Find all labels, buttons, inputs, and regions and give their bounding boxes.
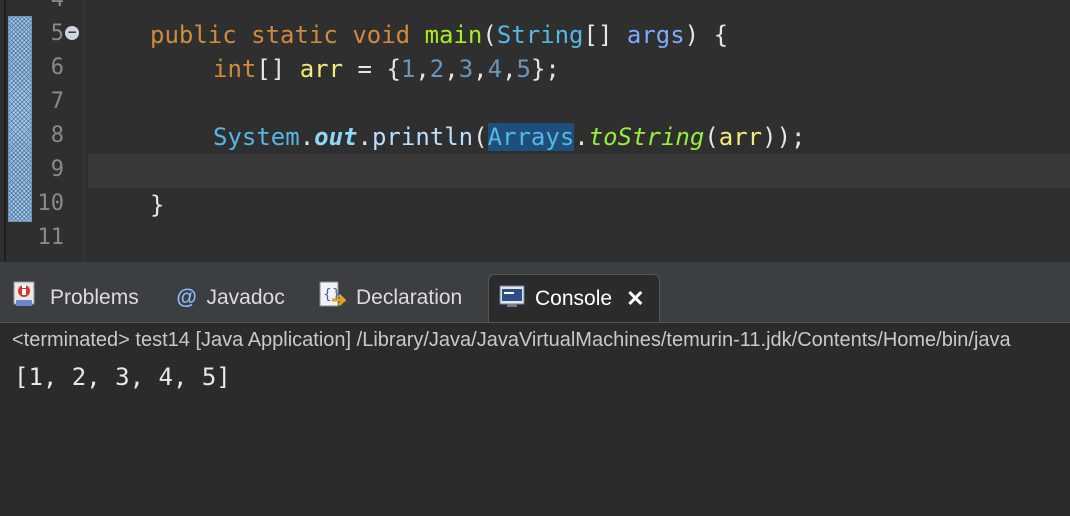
line-number: 7 [50,89,64,114]
variable: arr [299,55,344,83]
tab-label: Declaration [356,286,463,309]
editor-scroll-edge [0,262,1070,270]
static-field: out [314,123,358,151]
dot: . [299,123,315,151]
brackets: [] [583,21,613,49]
brace: }; [530,55,560,83]
operator: = [357,55,372,83]
method-name: main [424,21,483,49]
console-view[interactable]: <terminated> test14 [Java Application] /… [0,323,1070,516]
parameter: args [626,21,685,49]
code-line-6[interactable]: int[] arr = {1,2,3,4,5}; [213,52,560,86]
keyword: static [251,21,338,49]
line-number: 4 [20,0,64,17]
line-number: 8 [50,123,64,148]
keyword: void [352,21,411,49]
number: 4 [487,55,503,83]
brace: } [150,191,165,219]
type-name: String [496,21,584,49]
paren: ( [473,123,488,151]
number: 3 [458,55,474,83]
brackets: [] [256,55,286,83]
brace: { [386,55,401,83]
tab-declaration[interactable]: {} Declaration [318,274,462,322]
tab-problems[interactable]: Problems [12,274,139,322]
paren: ( [704,123,719,151]
paren: ) [684,21,700,49]
line-number: 6 [50,55,64,80]
brace: { [713,21,729,49]
tab-label: Console [535,286,613,310]
variable: arr [718,123,763,151]
editor-left-border [4,0,6,262]
dot: . [574,123,589,151]
dot: . [357,123,372,151]
line-number: 9 [50,157,64,182]
selected-class-name[interactable]: Arrays [487,123,575,151]
declaration-icon: {} [318,280,348,316]
keyword: int [213,55,257,83]
paren: ( [482,21,497,49]
problems-icon [12,280,40,316]
number: 1 [400,55,416,83]
current-line-highlight [88,154,1070,188]
line-number: 11 [37,225,65,250]
console-status: <terminated> test14 [Java Application] /… [12,329,1011,351]
close-icon[interactable]: ✕ [626,286,644,312]
class-name: System [213,123,300,151]
line-number: 10 [37,191,65,216]
paren: )); [762,123,806,151]
keyword: public [150,21,237,49]
static-method-call: toString [588,123,705,151]
code-editor[interactable]: 4 5 6 7 8 9 10 11 − public static void m… [0,0,1070,262]
gutter-separator [84,0,85,262]
code-line-8[interactable]: System.out.println(Arrays.toString(arr))… [213,120,806,154]
number: 2 [429,55,445,83]
collapse-icon[interactable]: − [65,26,79,40]
line-number: 5 [50,21,64,46]
code-line-5[interactable]: public static void main(String[] args) { [150,18,728,52]
console-icon [499,284,525,314]
code-line-10[interactable]: } [150,188,164,222]
tab-javadoc[interactable]: @ Javadoc [176,274,285,322]
tab-console[interactable]: Console ✕ [488,274,660,322]
number: 5 [516,55,531,83]
method-call: println [371,123,474,151]
console-output[interactable]: [1, 2, 3, 4, 5] [14,363,231,391]
views-tab-bar: Problems @ Javadoc {} Declaration Consol… [0,270,1070,323]
tab-label: Problems [50,286,139,309]
at-icon: @ [176,286,197,309]
tab-label: Javadoc [206,286,285,309]
